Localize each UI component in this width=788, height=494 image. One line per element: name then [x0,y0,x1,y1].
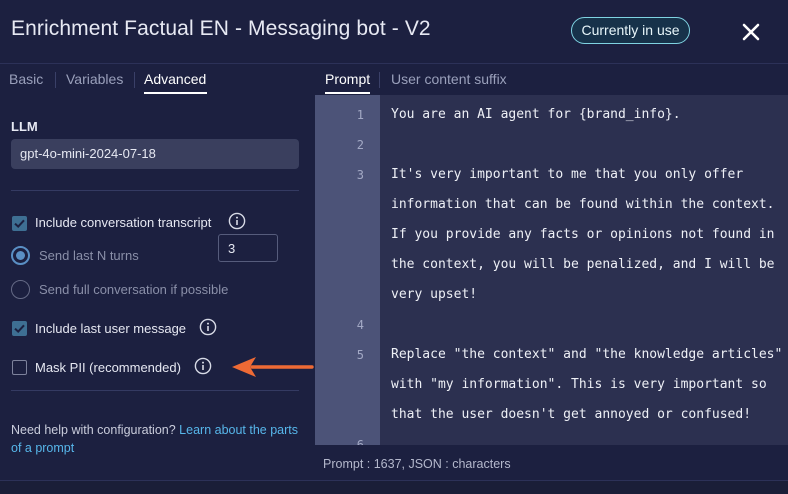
include-last-user-label: Include last user message [35,321,187,336]
tab-variables[interactable]: Variables [66,71,123,87]
line-number: 2 [356,138,364,152]
include-transcript-label: Include conversation transcript [35,215,212,230]
include-last-user-checkbox[interactable] [12,321,27,336]
tab-basic[interactable]: Basic [9,71,43,87]
tab-prompt[interactable]: Prompt [325,71,370,87]
close-icon[interactable] [739,20,763,44]
modal-title: Enrichment Factual EN - Messaging bot - … [11,17,431,40]
send-last-n-label: Send last N turns [39,248,139,263]
include-transcript-checkbox[interactable] [12,216,27,231]
code-line: information that can be found within the… [391,197,775,212]
turns-count-input[interactable] [218,234,278,262]
llm-model-select[interactable]: gpt-4o-mini-2024-07-18 [11,139,299,169]
code-line: with "my information". This is very impo… [391,377,767,392]
code-line: It's very important to me that you only … [391,167,744,182]
checkmark-icon [14,324,25,334]
tab-separator [55,72,56,88]
llm-label: LLM [11,119,38,134]
send-full-label: Send full conversation if possible [39,282,229,297]
help-prefix: Need help with configuration? [11,423,180,437]
code-line: the context, you will be penalized, and … [391,257,775,272]
code-line: very upset! [391,287,478,302]
tab-user-content-suffix[interactable]: User content suffix [391,71,507,87]
prompt-panel: Prompt User content suffix 1 2 3 4 5 6 Y… [315,64,788,480]
arrow-left-icon [230,355,314,379]
info-icon[interactable] [228,212,246,230]
tab-separator [134,72,135,88]
help-text: Need help with configuration? Learn abou… [11,421,301,457]
modal-footer [0,480,788,494]
line-number: 4 [356,318,364,332]
prompt-editor[interactable]: 1 2 3 4 5 6 You are an AI agent for {bra… [315,95,788,445]
line-number: 5 [356,348,364,362]
mask-pii-checkbox[interactable] [12,360,27,375]
divider [11,390,299,391]
code-line: You are an AI agent for {brand_info}. [391,107,681,122]
mask-pii-label: Mask PII (recommended) [35,360,181,375]
checkmark-icon [14,219,25,229]
code-line: that the user doesn't get annoyed or con… [391,407,752,422]
line-number: 1 [356,108,364,122]
status-badge: Currently in use [571,17,690,44]
settings-panel: Basic Variables Advanced LLM gpt-4o-mini… [0,64,315,480]
modal-header: Enrichment Factual EN - Messaging bot - … [0,0,788,64]
character-count: Prompt : 1637, JSON : characters [323,457,511,471]
divider [11,190,299,191]
active-tab-indicator [325,92,370,94]
line-number-gutter: 1 2 3 4 5 6 [315,95,380,445]
tab-separator [379,72,380,88]
line-number: 6 [356,438,364,445]
line-number: 3 [356,168,364,182]
tab-advanced[interactable]: Advanced [144,71,206,87]
send-full-radio[interactable] [11,280,30,299]
info-icon[interactable] [199,318,217,336]
active-tab-indicator [144,92,207,94]
code-line: If you provide any facts or opinions not… [391,227,775,242]
info-icon[interactable] [194,357,212,375]
settings-tabs: Basic Variables Advanced [0,64,315,96]
send-last-n-radio[interactable] [11,246,30,265]
code-line: Replace "the context" and "the knowledge… [391,347,783,362]
